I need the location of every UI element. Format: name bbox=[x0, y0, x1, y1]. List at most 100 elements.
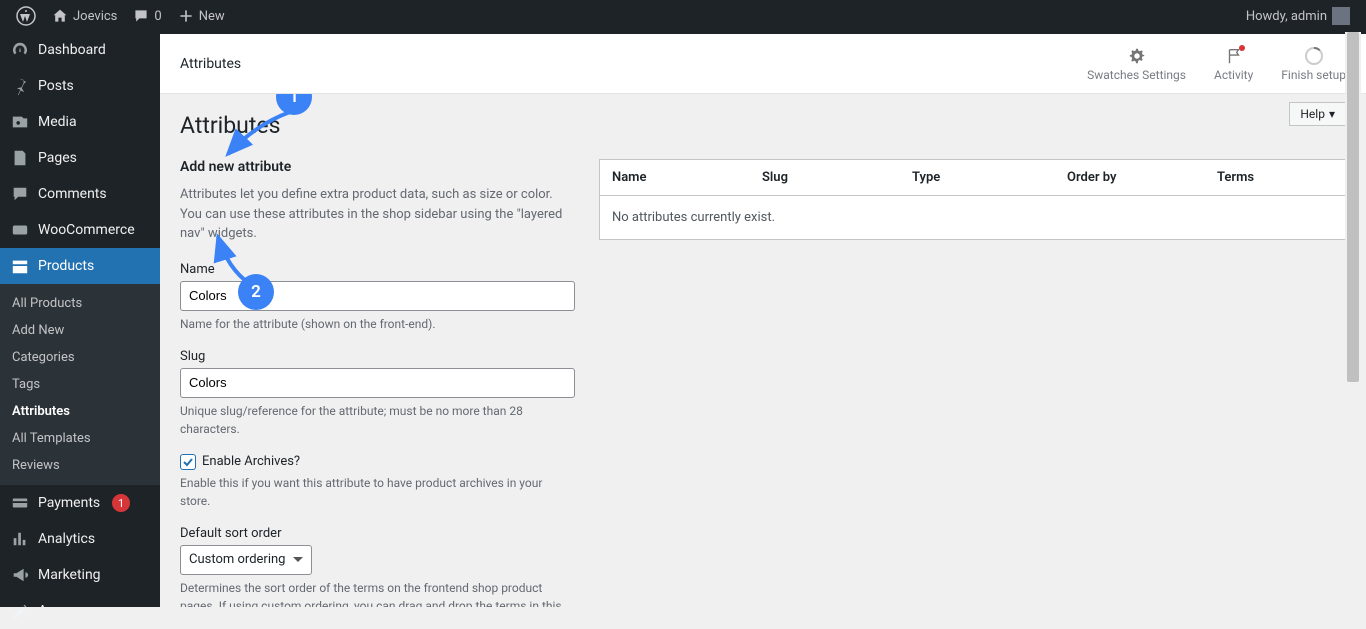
sidebar-item-posts[interactable]: Posts bbox=[0, 68, 160, 104]
page-title: Attributes bbox=[180, 112, 1346, 139]
enable-archives-label: Enable Archives? bbox=[202, 454, 300, 469]
activity-button[interactable]: Activity bbox=[1214, 46, 1253, 82]
submenu-categories[interactable]: Categories bbox=[0, 344, 160, 371]
dashboard-icon bbox=[10, 40, 30, 60]
check-icon bbox=[182, 456, 194, 468]
slug-input[interactable] bbox=[180, 368, 575, 398]
gear-icon bbox=[1127, 46, 1147, 66]
flag-icon bbox=[1224, 46, 1244, 66]
admin-sidebar: Dashboard Posts Media Pages Comments bbox=[0, 32, 160, 607]
table-empty: No attributes currently exist. bbox=[600, 195, 1345, 239]
sort-order-value: Custom ordering bbox=[189, 552, 285, 567]
sort-order-select[interactable]: Custom ordering bbox=[180, 545, 312, 575]
form-heading: Add new attribute bbox=[180, 159, 575, 175]
page-header: Attributes Swatches Settings Activity Fi… bbox=[160, 34, 1366, 94]
sidebar-item-woocommerce[interactable]: WooCommerce bbox=[0, 212, 160, 248]
woocommerce-icon bbox=[10, 220, 30, 240]
scrollbar-track[interactable] bbox=[1345, 32, 1361, 607]
sidebar-item-label: Appearance bbox=[38, 603, 112, 619]
swatches-label: Swatches Settings bbox=[1087, 68, 1186, 82]
sidebar-item-comments[interactable]: Comments bbox=[0, 176, 160, 212]
comment-icon bbox=[10, 184, 30, 204]
marketing-icon bbox=[10, 565, 30, 585]
field-sort-order: Default sort order Custom ordering Deter… bbox=[180, 526, 575, 608]
sidebar-item-label: Pages bbox=[38, 150, 77, 166]
sidebar-item-payments[interactable]: Payments 1 bbox=[0, 485, 160, 521]
field-archives: Enable Archives? Enable this if you want… bbox=[180, 454, 575, 510]
submenu-all-templates[interactable]: All Templates bbox=[0, 425, 160, 452]
sidebar-item-label: Posts bbox=[38, 78, 74, 94]
sidebar-item-label: Payments bbox=[38, 495, 100, 511]
sidebar-item-marketing[interactable]: Marketing bbox=[0, 557, 160, 593]
admin-toolbar: Joevics 0 New Howdy, admin bbox=[0, 0, 1366, 32]
submenu-all-products[interactable]: All Products bbox=[0, 290, 160, 317]
sidebar-item-label: WooCommerce bbox=[38, 222, 135, 238]
comments-count: 0 bbox=[154, 9, 161, 24]
finish-setup-button[interactable]: Finish setup bbox=[1281, 46, 1346, 82]
archives-desc: Enable this if you want this attribute t… bbox=[180, 474, 575, 510]
submenu-tags[interactable]: Tags bbox=[0, 371, 160, 398]
name-label: Name bbox=[180, 262, 575, 277]
swatches-settings-button[interactable]: Swatches Settings bbox=[1087, 46, 1186, 82]
sidebar-item-analytics[interactable]: Analytics bbox=[0, 521, 160, 557]
slug-label: Slug bbox=[180, 349, 575, 364]
sidebar-item-label: Comments bbox=[38, 186, 107, 202]
appearance-icon bbox=[10, 601, 30, 621]
help-label: Help bbox=[1300, 107, 1325, 121]
plus-icon bbox=[178, 8, 194, 24]
th-name: Name bbox=[612, 170, 762, 185]
sort-label: Default sort order bbox=[180, 526, 575, 541]
wordpress-icon bbox=[16, 6, 36, 26]
enable-archives-checkbox[interactable] bbox=[180, 454, 196, 470]
help-tab[interactable]: Help ▾ bbox=[1289, 102, 1346, 126]
sidebar-item-label: Analytics bbox=[38, 531, 95, 547]
comments-link[interactable]: 0 bbox=[125, 0, 169, 32]
field-slug: Slug Unique slug/reference for the attri… bbox=[180, 349, 575, 438]
slug-desc: Unique slug/reference for the attribute;… bbox=[180, 402, 575, 438]
new-content-link[interactable]: New bbox=[170, 0, 233, 32]
sidebar-item-label: Products bbox=[38, 258, 94, 274]
payments-icon bbox=[10, 493, 30, 513]
submenu-add-new[interactable]: Add New bbox=[0, 317, 160, 344]
howdy-text: Howdy, admin bbox=[1246, 9, 1327, 24]
breadcrumb: Attributes bbox=[180, 56, 241, 72]
activity-label: Activity bbox=[1214, 68, 1253, 82]
sidebar-submenu-products: All Products Add New Categories Tags Att… bbox=[0, 284, 160, 485]
scrollbar-thumb[interactable] bbox=[1347, 32, 1359, 382]
th-slug: Slug bbox=[762, 170, 912, 185]
th-type: Type bbox=[912, 170, 1067, 185]
table-head: Name Slug Type Order by Terms bbox=[600, 160, 1345, 195]
sidebar-item-dashboard[interactable]: Dashboard bbox=[0, 32, 160, 68]
home-icon bbox=[52, 8, 68, 24]
sidebar-item-label: Marketing bbox=[38, 567, 101, 583]
comment-icon bbox=[133, 8, 149, 24]
site-link[interactable]: Joevics bbox=[44, 0, 125, 32]
sidebar-item-label: Dashboard bbox=[38, 42, 106, 58]
submenu-attributes[interactable]: Attributes bbox=[0, 398, 160, 425]
th-order: Order by bbox=[1067, 170, 1217, 185]
avatar bbox=[1332, 7, 1350, 25]
new-label: New bbox=[199, 9, 225, 24]
sidebar-item-products[interactable]: Products bbox=[0, 248, 160, 284]
products-icon bbox=[10, 256, 30, 276]
attributes-table: Name Slug Type Order by Terms No attribu… bbox=[599, 159, 1346, 240]
add-attribute-form: Add new attribute Attributes let you def… bbox=[180, 159, 575, 607]
site-name: Joevics bbox=[73, 9, 117, 24]
sidebar-item-pages[interactable]: Pages bbox=[0, 140, 160, 176]
chevron-down-icon: ▾ bbox=[1329, 107, 1335, 121]
sidebar-item-appearance[interactable]: Appearance bbox=[0, 593, 160, 629]
form-intro: Attributes let you define extra product … bbox=[180, 185, 575, 244]
sidebar-item-label: Media bbox=[38, 114, 77, 130]
submenu-reviews[interactable]: Reviews bbox=[0, 452, 160, 479]
wp-logo[interactable] bbox=[8, 0, 44, 32]
name-desc: Name for the attribute (shown on the fro… bbox=[180, 315, 575, 333]
pages-icon bbox=[10, 148, 30, 168]
payments-badge: 1 bbox=[112, 494, 130, 512]
sidebar-item-media[interactable]: Media bbox=[0, 104, 160, 140]
annotation-2: 2 bbox=[238, 274, 274, 310]
progress-icon bbox=[1304, 46, 1324, 66]
sort-desc: Determines the sort order of the terms o… bbox=[180, 579, 575, 608]
finish-label: Finish setup bbox=[1281, 68, 1346, 82]
account-link[interactable]: Howdy, admin bbox=[1238, 0, 1358, 32]
media-icon bbox=[10, 112, 30, 132]
